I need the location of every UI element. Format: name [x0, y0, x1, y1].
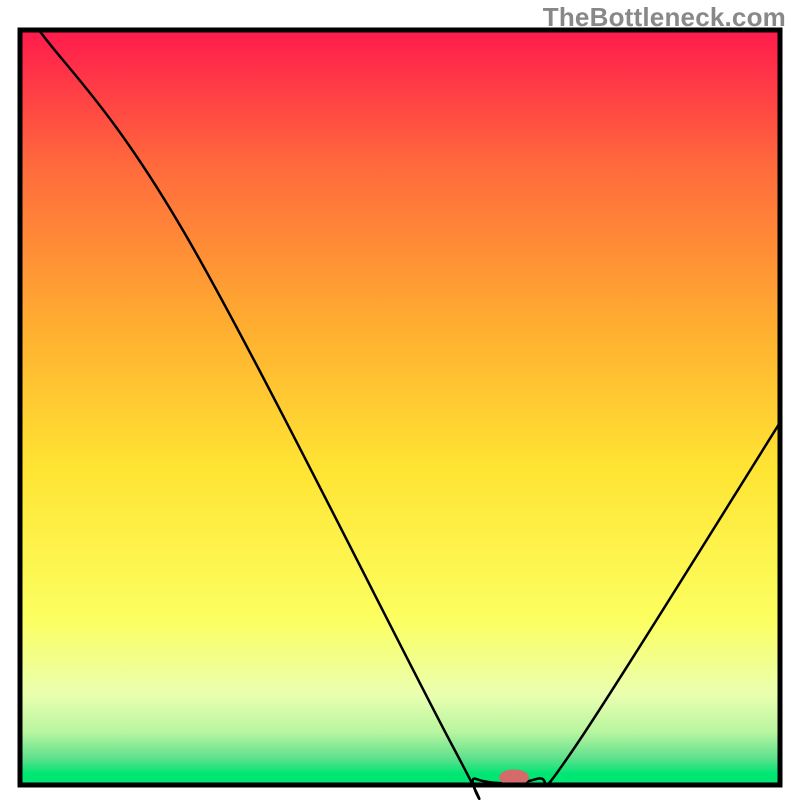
- bottleneck-chart: [0, 0, 800, 800]
- plot-background: [20, 30, 780, 785]
- chart-container: TheBottleneck.com: [0, 0, 800, 800]
- watermark-text: TheBottleneck.com: [543, 2, 786, 33]
